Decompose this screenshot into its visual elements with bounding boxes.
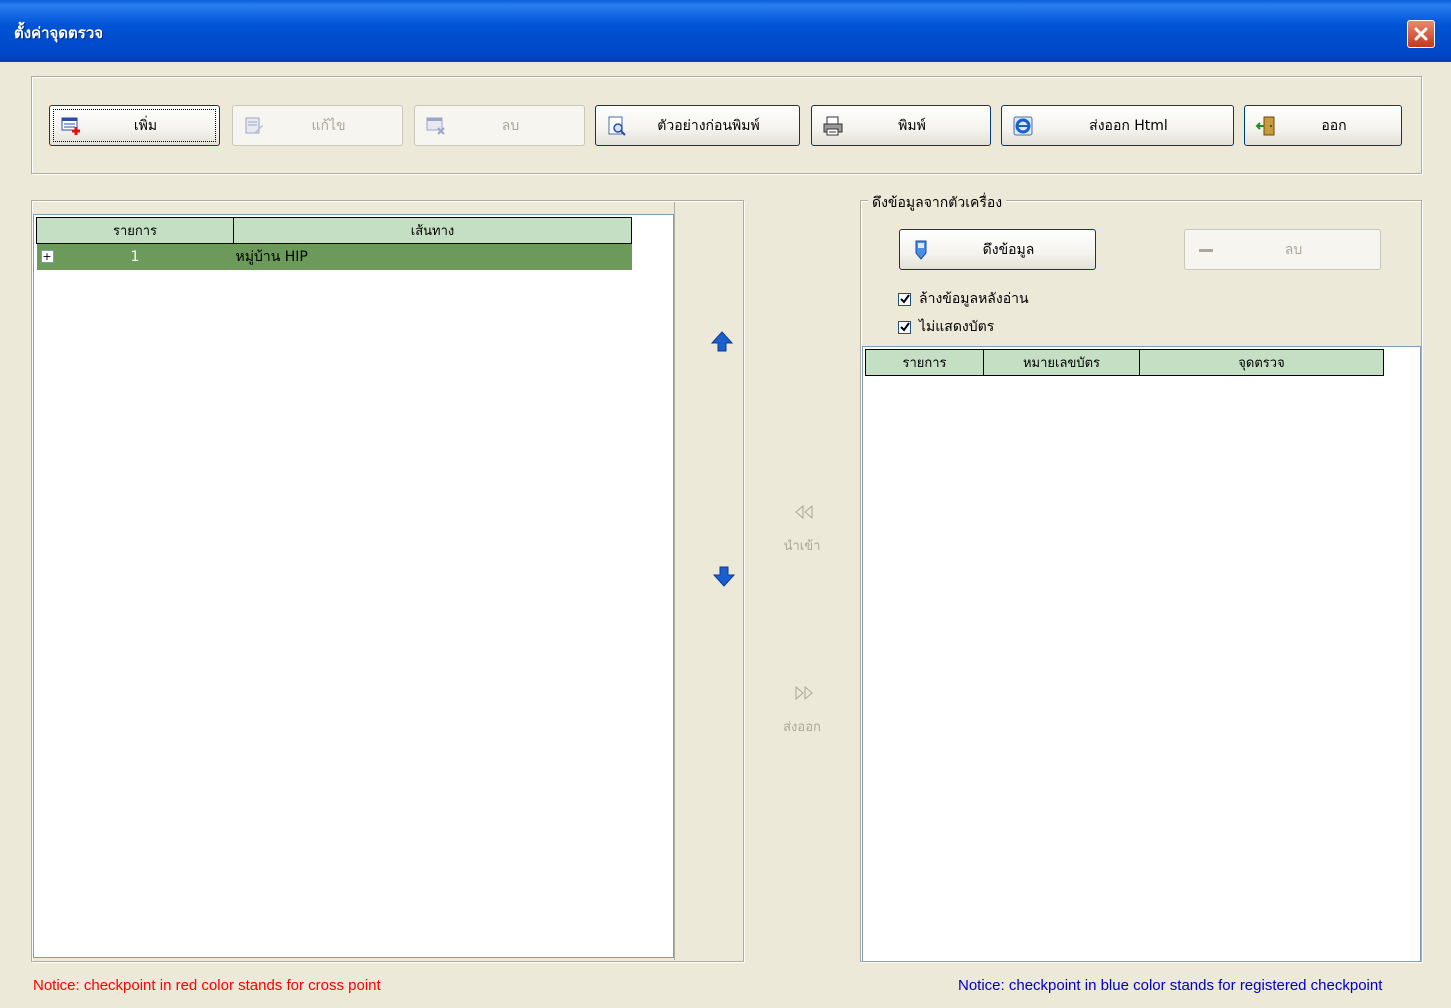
route-table: รายการ เส้นทาง + 1 หมู่บ้าน HIP <box>36 217 632 270</box>
exit-button-label: ออก <box>1321 117 1347 134</box>
column-header-item[interactable]: รายการ <box>36 217 234 244</box>
checkbox-box[interactable] <box>898 320 911 334</box>
device-delete-button-label: ลบ <box>1284 241 1303 258</box>
minus-icon <box>1195 239 1217 261</box>
delete-button-label: ลบ <box>501 117 520 134</box>
close-icon <box>1414 27 1428 41</box>
card-list[interactable]: รายการ หมายเลขบัตร จุดตรวจ <box>862 346 1421 962</box>
device-group-title: ดึงข้อมูลจากตัวเครื่อง <box>868 192 1007 214</box>
edit-icon <box>243 115 265 137</box>
exit-door-icon <box>1255 115 1277 137</box>
column-header-checkpoint[interactable]: จุดตรวจ <box>1139 349 1384 376</box>
fetch-data-button-label: ดึงข้อมูล <box>982 241 1035 258</box>
move-down-icon[interactable] <box>712 564 736 588</box>
add-button[interactable]: เพิ่ม <box>49 105 220 146</box>
checkbox-box[interactable] <box>898 292 911 306</box>
close-button[interactable] <box>1407 20 1435 48</box>
table-row[interactable]: + 1 หมู่บ้าน HIP <box>36 243 632 270</box>
device-delete-button[interactable]: ลบ <box>1184 229 1381 270</box>
print-button-label: พิมพ์ <box>898 117 926 134</box>
clear-after-read-checkbox[interactable]: ล้างข้อมูลหลังอ่าน <box>898 288 1029 310</box>
row-route: หมู่บ้าน HIP <box>233 243 632 270</box>
export-html-button[interactable]: ส่งออก Html <box>1001 105 1234 146</box>
hide-card-checkbox[interactable]: ไม่แสดงบัตร <box>898 316 994 338</box>
expand-icon[interactable]: + <box>40 250 54 263</box>
rewind-icon[interactable] <box>794 505 814 519</box>
checkmark-icon <box>899 294 910 304</box>
print-button[interactable]: พิมพ์ <box>811 105 991 146</box>
window-title: ตั้งค่าจุดตรวจ <box>14 24 104 42</box>
title-bar <box>0 0 1451 62</box>
print-preview-icon <box>606 115 628 137</box>
column-header-card-number[interactable]: หมายเลขบัตร <box>983 349 1140 376</box>
import-label[interactable]: นำเข้า <box>772 535 832 556</box>
clear-after-read-label: ล้างข้อมูลหลังอ่าน <box>919 291 1029 307</box>
checkmark-icon <box>899 322 910 332</box>
notice-registered-checkpoint: Notice: checkpoint in blue color stands … <box>958 977 1383 994</box>
card-table: รายการ หมายเลขบัตร จุดตรวจ <box>865 349 1384 376</box>
row-index: 1 <box>130 248 140 265</box>
exit-button[interactable]: ออก <box>1244 105 1402 146</box>
printer-icon <box>822 115 844 137</box>
fetch-data-button[interactable]: ดึงข้อมูล <box>899 229 1096 270</box>
export-label[interactable]: ส่งออก <box>772 716 832 737</box>
internet-explorer-icon <box>1012 115 1034 137</box>
column-header-route[interactable]: เส้นทาง <box>233 217 632 244</box>
hide-card-label: ไม่แสดงบัตร <box>919 319 995 335</box>
move-up-icon[interactable] <box>710 330 734 354</box>
print-preview-button[interactable]: ตัวอย่างก่อนพิมพ์ <box>595 105 800 146</box>
delete-button[interactable]: ลบ <box>414 105 585 146</box>
add-record-icon <box>60 115 82 137</box>
notice-cross-point: Notice: checkpoint in red color stands f… <box>33 977 381 994</box>
edit-button[interactable]: แก้ไข <box>232 105 403 146</box>
fast-forward-icon[interactable] <box>794 686 814 700</box>
delete-record-icon <box>425 115 447 137</box>
column-header-item[interactable]: รายการ <box>865 349 984 376</box>
edit-button-label: แก้ไข <box>311 117 346 134</box>
device-icon <box>910 239 932 261</box>
export-html-button-label: ส่งออก Html <box>1089 117 1168 134</box>
row-index-cell: + 1 <box>36 243 234 270</box>
divider <box>674 202 675 960</box>
add-button-label: เพิ่ม <box>133 117 158 134</box>
route-list[interactable]: รายการ เส้นทาง + 1 หมู่บ้าน HIP <box>33 214 674 958</box>
print-preview-button-label: ตัวอย่างก่อนพิมพ์ <box>657 117 760 134</box>
